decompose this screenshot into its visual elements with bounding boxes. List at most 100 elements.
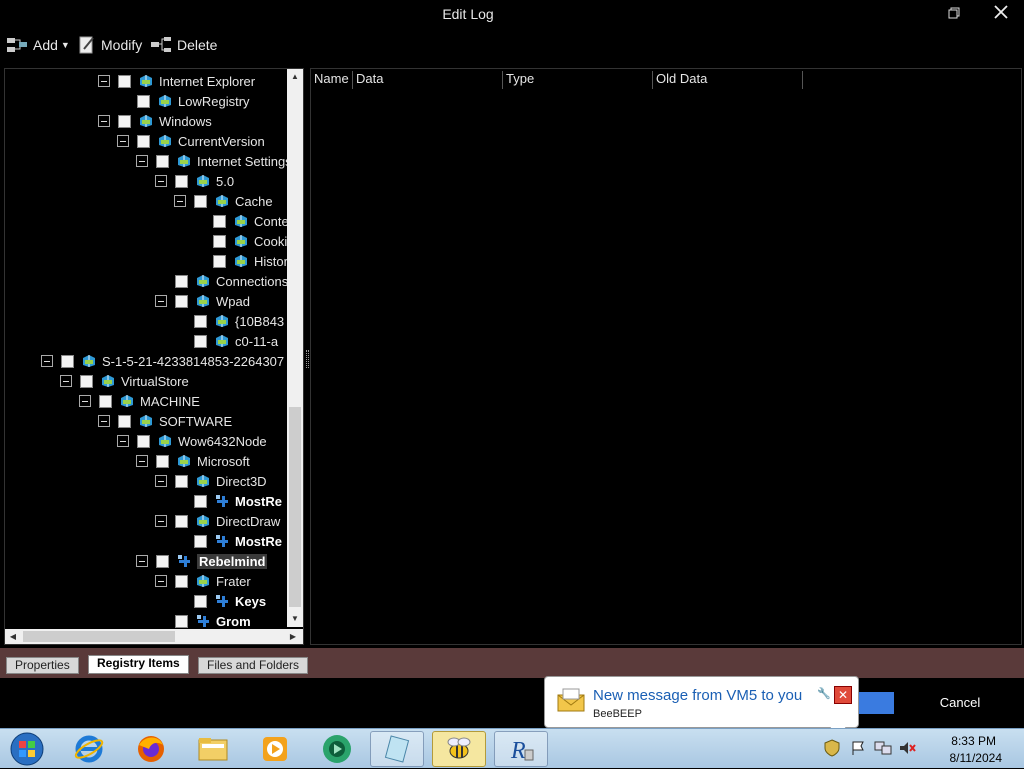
tree-item[interactable]: DirectDraw <box>155 511 280 531</box>
scroll-left-arrow-icon[interactable]: ◀ <box>5 629 21 644</box>
taskbar-file-explorer[interactable] <box>186 731 240 767</box>
collapse-toggle-icon[interactable] <box>136 455 148 467</box>
tree-item-checkbox[interactable] <box>118 414 131 428</box>
column-header-old-data[interactable]: Old Data <box>653 71 803 89</box>
network-icon[interactable] <box>874 740 892 761</box>
collapse-toggle-icon[interactable] <box>155 515 167 527</box>
tree-item-checkbox[interactable] <box>80 374 93 388</box>
vertical-scroll-thumb[interactable] <box>289 407 301 607</box>
tab-properties[interactable]: Properties <box>6 657 79 674</box>
collapse-toggle-icon[interactable] <box>98 75 110 87</box>
collapse-toggle-icon[interactable] <box>98 415 110 427</box>
taskbar-internet-explorer[interactable] <box>62 731 116 767</box>
action-center-flag-icon[interactable] <box>850 740 866 761</box>
tree-item-checkbox[interactable] <box>137 94 150 108</box>
tree-item[interactable]: S-1-5-21-4233814853-2264307 <box>41 351 284 371</box>
column-header-data[interactable]: Data <box>353 71 503 89</box>
tree-item-checkbox[interactable] <box>156 454 169 468</box>
taskbar-notepad[interactable] <box>370 731 424 767</box>
tree-item[interactable]: MostRe <box>174 531 282 551</box>
scroll-up-arrow-icon[interactable]: ▲ <box>287 69 303 85</box>
collapse-toggle-icon[interactable] <box>136 155 148 167</box>
tree-item-checkbox[interactable] <box>194 594 207 608</box>
tree-item-checkbox[interactable] <box>175 514 188 528</box>
close-button[interactable] <box>984 0 1018 28</box>
tree-item-checkbox[interactable] <box>213 234 226 248</box>
tree-item-checkbox[interactable] <box>99 394 112 408</box>
column-header-type[interactable]: Type <box>503 71 653 89</box>
restore-button[interactable] <box>940 2 968 26</box>
tree-item[interactable]: Connections <box>155 271 287 291</box>
tree-item-checkbox[interactable] <box>118 114 131 128</box>
ok-button[interactable] <box>858 692 894 714</box>
horizontal-scroll-thumb[interactable] <box>23 631 175 642</box>
column-header-name[interactable]: Name <box>311 71 353 89</box>
collapse-toggle-icon[interactable] <box>155 295 167 307</box>
collapse-toggle-icon[interactable] <box>155 175 167 187</box>
tree-item-checkbox[interactable] <box>156 154 169 168</box>
tree-item[interactable]: Internet Settings <box>136 151 287 171</box>
tree-item-checkbox[interactable] <box>194 494 207 508</box>
tree-item[interactable]: VirtualStore <box>60 371 189 391</box>
taskbar-beebeep[interactable] <box>432 731 486 767</box>
tree-item[interactable]: Direct3D <box>155 471 267 491</box>
tree-item[interactable]: MACHINE <box>79 391 200 411</box>
tree-item[interactable]: SOFTWARE <box>98 411 232 431</box>
tree-vertical-scrollbar[interactable]: ▲ ▼ <box>287 69 303 627</box>
tree-horizontal-scrollbar[interactable]: ◀ ▶ <box>5 629 303 644</box>
tray-shield-icon[interactable] <box>824 739 840 762</box>
tree-item[interactable]: Grom <box>155 611 251 629</box>
taskbar-media-player[interactable] <box>248 731 302 767</box>
tree-item[interactable]: CurrentVersion <box>117 131 265 151</box>
collapse-toggle-icon[interactable] <box>136 555 148 567</box>
collapse-toggle-icon[interactable] <box>41 355 53 367</box>
tree-item[interactable]: Rebelmind <box>136 551 268 571</box>
volume-muted-icon[interactable] <box>898 740 916 761</box>
tree-item[interactable]: Wpad <box>155 291 250 311</box>
add-button[interactable]: Add ▼ <box>6 32 70 58</box>
tree-item-checkbox[interactable] <box>213 254 226 268</box>
tab-files-and-folders[interactable]: Files and Folders <box>198 657 309 674</box>
clock-time[interactable]: 8:33 PM <box>951 734 996 748</box>
tree-item-checkbox[interactable] <box>137 434 150 448</box>
tree-item[interactable]: Keys <box>174 591 266 611</box>
registry-values-list[interactable]: Name Data Type Old Data <box>310 68 1022 645</box>
tree-item-checkbox[interactable] <box>137 134 150 148</box>
tree-item-checkbox[interactable] <box>175 574 188 588</box>
registry-tree[interactable]: Internet Explorer LowRegistry Windows Curre… <box>4 68 304 645</box>
tree-item-checkbox[interactable] <box>118 74 131 88</box>
tree-item-checkbox[interactable] <box>156 554 169 568</box>
collapse-toggle-icon[interactable] <box>98 115 110 127</box>
delete-button[interactable]: Delete <box>150 32 217 58</box>
tree-item-checkbox[interactable] <box>194 334 207 348</box>
tree-item-checkbox[interactable] <box>213 214 226 228</box>
tree-item-checkbox[interactable] <box>175 294 188 308</box>
tree-item-checkbox[interactable] <box>61 354 74 368</box>
tab-registry-items[interactable]: Registry Items <box>88 655 189 674</box>
collapse-toggle-icon[interactable] <box>117 135 129 147</box>
wrench-icon[interactable]: 🔧 <box>817 687 831 700</box>
tree-item[interactable]: Microsoft <box>136 451 250 471</box>
tree-item[interactable]: Content <box>193 211 287 231</box>
tree-item-checkbox[interactable] <box>194 534 207 548</box>
collapse-toggle-icon[interactable] <box>155 475 167 487</box>
tree-item[interactable]: Cache <box>174 191 273 211</box>
tree-item-checkbox[interactable] <box>194 314 207 328</box>
tree-item-checkbox[interactable] <box>194 194 207 208</box>
tree-item[interactable]: Internet Explorer <box>98 71 255 91</box>
tree-item[interactable]: Windows <box>98 111 212 131</box>
tree-item[interactable]: {10B843 <box>174 311 284 331</box>
tree-item[interactable]: c0-11-a <box>174 331 278 351</box>
cancel-button[interactable]: Cancel <box>912 692 1008 714</box>
taskbar-firefox[interactable] <box>124 731 178 767</box>
start-button[interactable] <box>0 731 54 767</box>
scroll-down-arrow-icon[interactable]: ▼ <box>287 611 303 627</box>
taskbar-green-app[interactable] <box>310 731 364 767</box>
collapse-toggle-icon[interactable] <box>117 435 129 447</box>
tree-item[interactable]: Wow6432Node <box>117 431 267 451</box>
clock-date[interactable]: 8/11/2024 <box>950 751 1003 765</box>
tree-item-checkbox[interactable] <box>175 174 188 188</box>
tree-item[interactable]: MostRe <box>174 491 282 511</box>
tree-item[interactable]: History <box>193 251 287 271</box>
notification-close-button[interactable]: ✕ <box>834 686 852 704</box>
